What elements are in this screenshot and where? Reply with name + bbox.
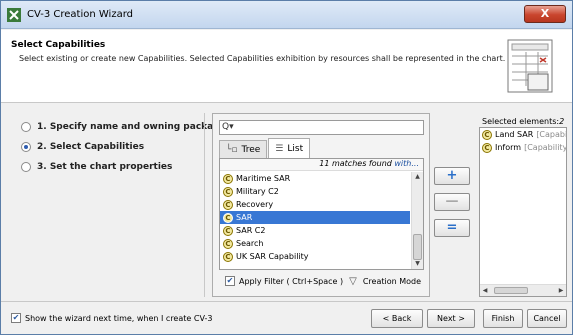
capability-list[interactable]: 11 matches found with... C Maritime SAR … [219,158,424,270]
steps-divider [204,113,205,297]
scrollbar-thumb[interactable] [494,287,528,294]
step-1[interactable]: 1. Specify name and owning package [21,117,226,137]
list-item[interactable]: C UK SAR Capability [220,250,410,263]
match-count-text: 11 matches found [319,159,392,168]
creation-mode-label[interactable]: Creation Mode [363,277,421,286]
step-1-label: 1. Specify name and owning package [37,122,226,132]
list-item[interactable]: C Maritime SAR [220,172,410,185]
step-1-radio[interactable] [21,122,31,132]
close-button[interactable]: X [524,5,566,23]
scrollbar-thumb[interactable] [413,234,422,260]
page-title: Select Capabilities [11,40,106,50]
apply-filter-label: Apply Filter ( Ctrl+Space ) [239,276,344,286]
capability-icon: C [223,225,233,236]
scroll-up-icon[interactable]: ▲ [412,172,423,182]
wizard-header: Select Capabilities Select existing or c… [1,30,572,103]
step-3-label: 3. Set the chart properties [37,162,173,172]
capability-icon: C [223,173,233,184]
scroll-down-icon[interactable]: ▼ [412,259,423,269]
back-button[interactable]: < Back [371,309,423,328]
finish-button[interactable]: Finish [483,309,523,328]
list-item-label: SAR [236,213,253,222]
list-item[interactable]: C Recovery [220,198,410,211]
selected-elements-panel: Selected elements:2 C Land SAR [Capabili… [479,113,567,297]
wizard-steps: 1. Specify name and owning package 2. Se… [21,117,226,177]
apply-filter-checkbox[interactable]: ✔ [225,276,235,286]
step-2-radio[interactable] [21,142,31,152]
list-vertical-scrollbar[interactable]: ▲ ▼ [411,172,423,269]
step-3[interactable]: 3. Set the chart properties [21,157,226,177]
capability-icon: C [223,251,233,262]
step-2-label: 2. Select Capabilities [37,142,145,152]
capability-icon: C [223,212,233,223]
view-tabs: └▫ Tree ☰ List [219,138,311,158]
window-title: CV-3 Creation Wizard [27,9,133,20]
list-item-label: Military C2 [236,187,279,196]
tab-tree[interactable]: └▫ Tree [219,140,268,158]
app-icon [7,8,21,22]
filter-row: ✔ Apply Filter ( Ctrl+Space ) ▽ Creation… [225,274,421,288]
list-item-label: Maritime SAR [236,174,291,183]
replace-selection-button[interactable]: = [434,219,470,237]
page-description: Select existing or create new Capabiliti… [19,54,506,63]
capability-icon: C [223,186,233,197]
step-2[interactable]: 2. Select Capabilities [21,137,226,157]
selected-elements-label: Selected elements:2 [482,117,565,126]
tree-icon: └▫ [226,144,238,155]
search-input[interactable]: Q▾ [219,120,424,135]
step-3-radio[interactable] [21,162,31,172]
capability-icon: C [223,199,233,210]
scroll-left-icon[interactable]: ◀ [480,285,490,296]
match-options-link[interactable]: with... [394,159,419,168]
list-items: C Maritime SAR C Military C2 C Recovery … [220,172,410,263]
tab-list-label: List [287,143,304,154]
selected-horizontal-scrollbar[interactable]: ◀ ▶ [480,284,566,296]
title-bar[interactable]: CV-3 Creation Wizard X [1,1,572,29]
element-selection-panel: Q▾ └▫ Tree ☰ List 11 matches found with.… [212,113,430,297]
capability-icon: C [223,238,233,249]
list-item[interactable]: C SAR C2 [220,224,410,237]
show-wizard-label: Show the wizard next time, when I create… [25,313,213,323]
selected-item[interactable]: C Land SAR [Capabili [480,128,566,141]
scroll-right-icon[interactable]: ▶ [556,285,566,296]
wizard-illustration-icon [507,39,553,93]
list-item-label: UK SAR Capability [236,252,309,261]
wizard-window: CV-3 Creation Wizard X Select Capabiliti… [0,0,573,335]
list-item-label: Search [236,239,264,248]
tab-list[interactable]: ☰ List [268,138,311,158]
match-count: 11 matches found with... [220,159,423,171]
cancel-button[interactable]: Cancel [527,309,567,328]
capability-icon: C [482,142,492,153]
selected-count: 2 [559,117,565,126]
list-item[interactable]: C Military C2 [220,185,410,198]
list-item[interactable]: C Search [220,237,410,250]
capability-icon: C [482,129,492,140]
filter-funnel-icon[interactable]: ▽ [349,276,357,287]
list-item-selected[interactable]: C SAR [220,211,410,224]
list-item-label: Recovery [236,200,274,209]
footer-divider [1,301,572,302]
add-element-button[interactable]: + [434,167,470,185]
selected-item[interactable]: C Inform [Capability [480,141,566,154]
tab-tree-label: Tree [241,144,261,155]
list-icon: ☰ [275,143,284,154]
selected-elements-list[interactable]: C Land SAR [Capabili C Inform [Capabilit… [479,127,567,297]
next-button[interactable]: Next > [427,309,475,328]
search-icon[interactable]: Q▾ [222,122,234,132]
show-wizard-option: ✔ Show the wizard next time, when I crea… [11,313,212,323]
remove-element-button[interactable]: — [434,193,470,211]
list-item-label: SAR C2 [236,226,266,235]
show-wizard-checkbox[interactable]: ✔ [11,313,21,323]
selection-actions: + — = [434,167,474,245]
